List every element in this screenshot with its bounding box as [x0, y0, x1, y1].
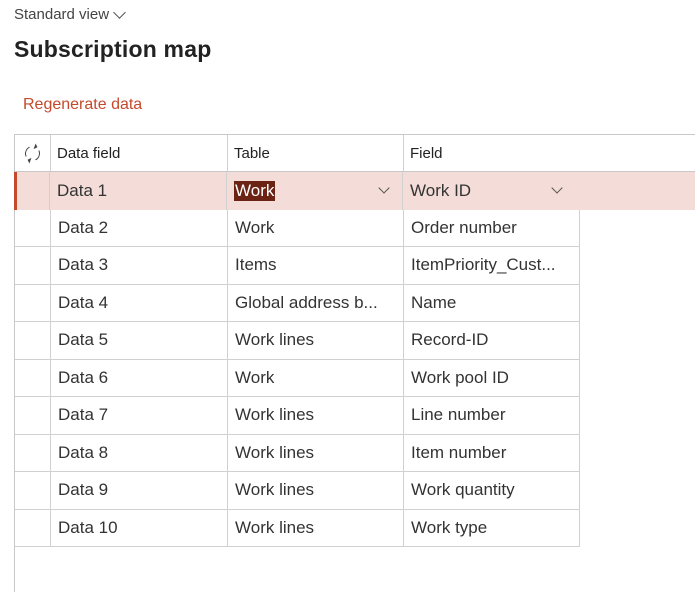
table-cell[interactable]: Work lines [228, 434, 404, 472]
table-cell[interactable]: Work [228, 209, 404, 247]
data-field-cell[interactable]: Data 5 [51, 322, 228, 360]
data-field-cell[interactable]: Data 6 [51, 359, 228, 397]
regenerate-data-button[interactable]: Regenerate data [23, 96, 142, 114]
field-cell[interactable]: Work pool ID [404, 359, 580, 397]
column-header-data-field[interactable]: Data field [51, 135, 228, 171]
table-cell[interactable]: Work lines [228, 472, 404, 510]
data-field-cell[interactable]: Data 10 [51, 509, 228, 547]
table-row[interactable]: Data 1 Work Work ID [14, 172, 695, 210]
chevron-down-icon[interactable] [378, 182, 390, 194]
row-selector[interactable] [15, 434, 51, 472]
row-selector[interactable] [15, 472, 51, 510]
column-header-table[interactable]: Table [228, 135, 404, 171]
data-field-cell[interactable]: Data 2 [51, 209, 228, 247]
field-cell[interactable]: ItemPriority_Cust... [404, 247, 580, 285]
table-row[interactable]: Data 10 Work lines Work type [15, 509, 695, 547]
field-cell[interactable]: Name [404, 284, 580, 322]
table-row[interactable]: Data 5 Work lines Record-ID [15, 322, 695, 360]
view-name: Standard view [14, 6, 110, 23]
chevron-down-icon[interactable] [551, 182, 563, 194]
field-dropdown-value: Work ID [410, 180, 472, 200]
table-cell[interactable]: Work [228, 359, 404, 397]
table-cell[interactable]: Work lines [228, 397, 404, 435]
row-selector[interactable] [15, 359, 51, 397]
field-cell[interactable]: Record-ID [404, 322, 580, 360]
field-cell[interactable]: Work type [404, 509, 580, 547]
grid-header: Data field Table Field [15, 134, 695, 172]
page-title: Subscription map [14, 36, 212, 62]
field-cell[interactable]: Line number [404, 397, 580, 435]
table-row[interactable]: Data 6 Work Work pool ID [15, 359, 695, 397]
data-field-cell[interactable]: Data 9 [51, 472, 228, 510]
refresh-icon [22, 143, 43, 163]
row-selector[interactable] [14, 172, 50, 210]
table-row[interactable]: Data 9 Work lines Work quantity [15, 472, 695, 510]
refresh-button[interactable] [15, 135, 51, 171]
field-dropdown[interactable]: Work ID [403, 172, 695, 210]
table-cell[interactable]: Items [228, 247, 404, 285]
data-field-cell[interactable]: Data 4 [51, 284, 228, 322]
row-selector[interactable] [15, 284, 51, 322]
table-cell[interactable]: Work lines [228, 509, 404, 547]
table-row[interactable]: Data 8 Work lines Item number [15, 434, 695, 472]
table-cell[interactable]: Work lines [228, 322, 404, 360]
row-selector[interactable] [15, 397, 51, 435]
table-dropdown-value: Work [234, 180, 276, 201]
data-field-cell[interactable]: Data 1 [50, 172, 227, 210]
table-dropdown[interactable]: Work [227, 172, 403, 210]
table-row[interactable]: Data 4 Global address b... Name [15, 284, 695, 322]
data-field-cell[interactable]: Data 7 [51, 397, 228, 435]
grid-rows: Data 1 Work Work ID Data 2 Work Order nu… [14, 172, 695, 547]
field-cell[interactable]: Item number [404, 434, 580, 472]
chevron-down-icon [113, 5, 126, 19]
field-cell[interactable]: Order number [404, 209, 580, 247]
table-row[interactable]: Data 3 Items ItemPriority_Cust... [15, 247, 695, 285]
data-field-cell[interactable]: Data 3 [51, 247, 228, 285]
field-cell[interactable]: Work quantity [404, 472, 580, 510]
row-selector[interactable] [15, 209, 51, 247]
view-selector[interactable]: Standard view [14, 5, 126, 23]
subscription-grid: Data field Table Field Data 1 Work Work … [14, 134, 695, 592]
row-selector[interactable] [15, 322, 51, 360]
table-row[interactable]: Data 7 Work lines Line number [15, 397, 695, 435]
column-header-field[interactable]: Field [404, 135, 695, 171]
row-selector[interactable] [15, 509, 51, 547]
table-cell[interactable]: Global address b... [228, 284, 404, 322]
row-selector[interactable] [15, 247, 51, 285]
data-field-cell[interactable]: Data 8 [51, 434, 228, 472]
table-row[interactable]: Data 2 Work Order number [15, 209, 695, 247]
